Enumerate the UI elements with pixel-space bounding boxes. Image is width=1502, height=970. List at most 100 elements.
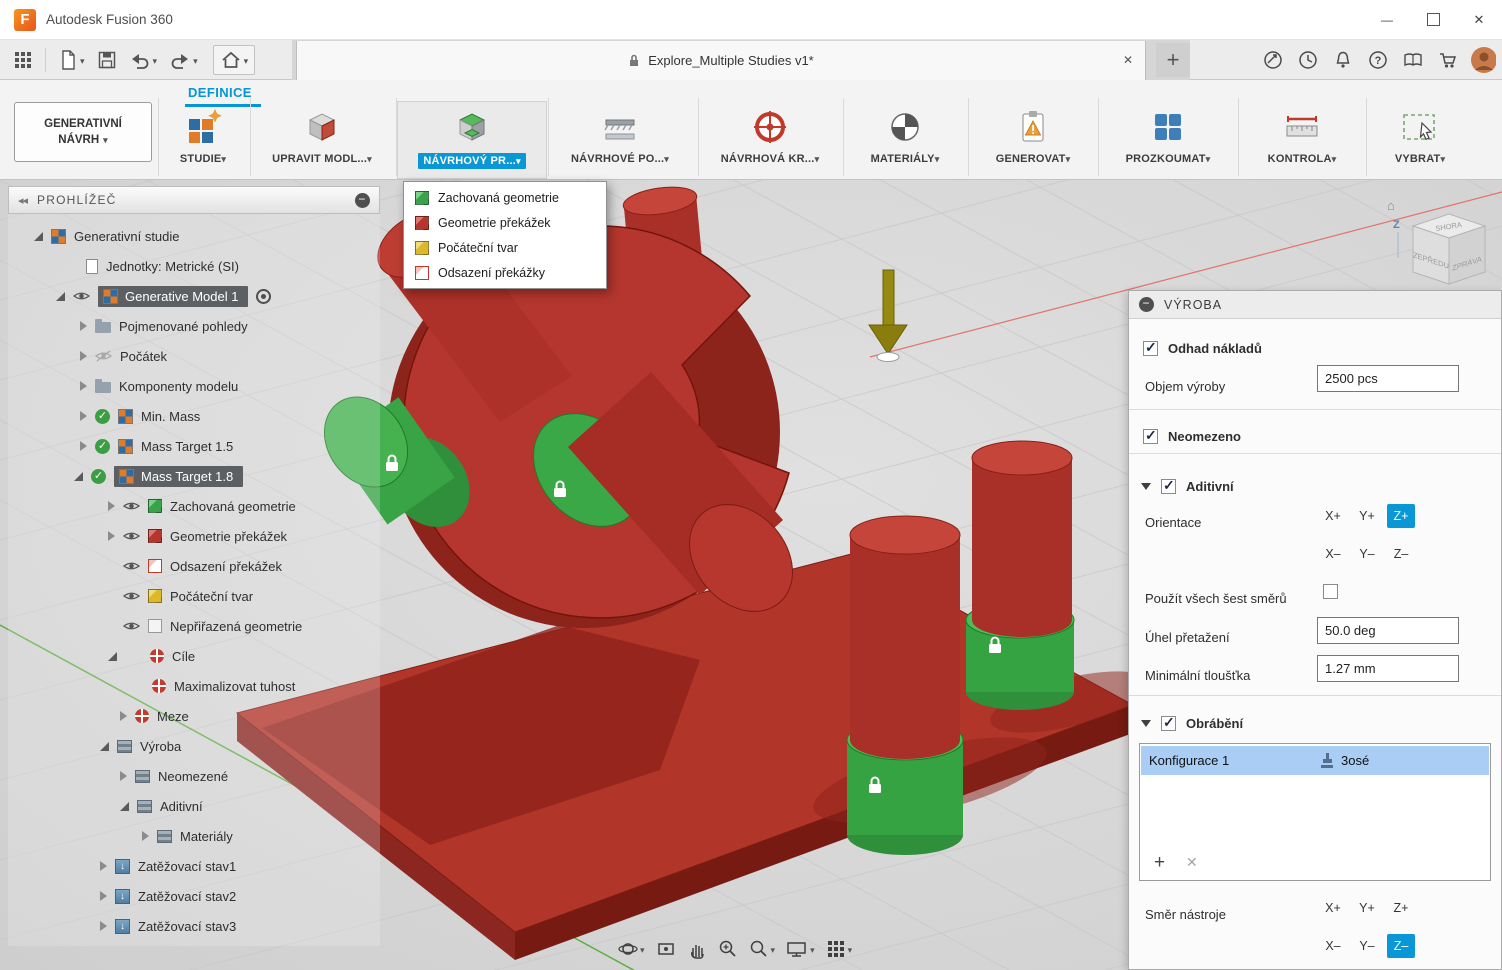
orientation-x-minus-button[interactable]: X– bbox=[1319, 542, 1347, 566]
tree-item-mass-target-15[interactable]: Mass Target 1.5 bbox=[8, 432, 380, 460]
app-grid-button[interactable] bbox=[8, 40, 38, 80]
menu-item-geometrie-prekazek[interactable]: Geometrie překážek bbox=[404, 210, 606, 235]
additive-checkbox[interactable] bbox=[1161, 477, 1176, 494]
tree-item-aditivni[interactable]: Aditivní bbox=[8, 792, 380, 820]
tree-item-zachovana-geometrie[interactable]: Zachovaná geometrie bbox=[8, 492, 380, 520]
machining-config-row[interactable]: Konfigurace 1 3osé bbox=[1141, 746, 1489, 775]
orientation-z-plus-button[interactable]: Z+ bbox=[1387, 504, 1415, 528]
load-arrow[interactable] bbox=[882, 269, 895, 328]
expanded-triangle-icon[interactable] bbox=[74, 471, 83, 481]
view-cube[interactable]: ⌂ Z SHORA ZEPŘEDU ZPRÁVA bbox=[1383, 196, 1495, 296]
visibility-off-eye-icon[interactable] bbox=[95, 350, 112, 362]
tree-item-jednotky[interactable]: Jednotky: Metrické (SI) bbox=[8, 252, 380, 280]
section-collapse-icon[interactable] bbox=[1141, 719, 1151, 727]
orientation-y-plus-button[interactable]: Y+ bbox=[1353, 504, 1381, 528]
collapsed-triangle-icon[interactable] bbox=[80, 441, 87, 451]
obstacle-cylinder[interactable] bbox=[850, 535, 960, 759]
extensions-button[interactable] bbox=[1260, 47, 1286, 73]
orientation-x-plus-button[interactable]: X+ bbox=[1319, 504, 1347, 528]
visibility-eye-icon[interactable] bbox=[123, 620, 140, 632]
display-settings-button[interactable] bbox=[786, 939, 815, 959]
tree-item-pocatek[interactable]: Počátek bbox=[8, 342, 380, 370]
help-button[interactable]: ? bbox=[1365, 47, 1391, 73]
machining-checkbox[interactable] bbox=[1161, 714, 1176, 731]
maximize-button[interactable] bbox=[1410, 0, 1456, 40]
ribbon-group-upravit-model[interactable]: UPRAVIT MODL... bbox=[252, 102, 392, 178]
visibility-eye-icon[interactable] bbox=[123, 590, 140, 602]
tool-y-minus-button[interactable]: Y– bbox=[1353, 934, 1381, 958]
ribbon-group-navrhova-kriteria[interactable]: NÁVRHOVÁ KR... bbox=[700, 102, 840, 178]
tree-item-meze[interactable]: Meze bbox=[8, 702, 380, 730]
undo-button[interactable] bbox=[124, 40, 163, 80]
menu-item-odsazeni-prekazky[interactable]: Odsazení překážky bbox=[404, 260, 606, 285]
tool-z-plus-button[interactable]: Z+ bbox=[1387, 896, 1415, 920]
collapsed-triangle-icon[interactable] bbox=[80, 321, 87, 331]
collapsed-triangle-icon[interactable] bbox=[142, 831, 149, 841]
tree-item-neomezene[interactable]: Neomezené bbox=[8, 762, 380, 790]
vyroba-panel-header[interactable]: VÝROBA bbox=[1129, 291, 1501, 319]
visibility-eye-icon[interactable] bbox=[123, 560, 140, 572]
notifications-button[interactable] bbox=[1330, 47, 1356, 73]
ribbon-group-materialy[interactable]: MATERIÁLY bbox=[845, 102, 965, 178]
collapsed-triangle-icon[interactable] bbox=[120, 711, 127, 721]
min-thickness-input[interactable] bbox=[1317, 655, 1459, 682]
expanded-triangle-icon[interactable] bbox=[100, 741, 109, 751]
overhang-angle-input[interactable] bbox=[1317, 617, 1459, 644]
home-view-button[interactable] bbox=[212, 45, 256, 75]
grid-settings-button[interactable] bbox=[826, 939, 853, 959]
user-avatar[interactable] bbox=[1470, 47, 1496, 73]
orientation-z-minus-button[interactable]: Z– bbox=[1387, 542, 1415, 566]
tree-item-neprirazena-geometrie[interactable]: Nepřiřazená geometrie bbox=[8, 612, 380, 640]
home-view-icon[interactable]: ⌂ bbox=[1387, 198, 1395, 213]
collapsed-triangle-icon[interactable] bbox=[100, 861, 107, 871]
tool-x-minus-button[interactable]: X– bbox=[1319, 934, 1347, 958]
expanded-triangle-icon[interactable] bbox=[56, 291, 65, 301]
tree-item-maximalizovat-tuhost[interactable]: Maximalizovat tuhost bbox=[8, 672, 380, 700]
look-at-button[interactable] bbox=[656, 939, 676, 959]
ribbon-group-navrhove-podminky[interactable]: NÁVRHOVÉ PO... bbox=[550, 102, 690, 178]
tree-item-geometrie-prekazek[interactable]: Geometrie překážek bbox=[8, 522, 380, 550]
section-collapse-icon[interactable] bbox=[1141, 482, 1151, 490]
zoom-window-button[interactable] bbox=[718, 939, 738, 959]
six-directions-checkbox[interactable] bbox=[1323, 584, 1338, 599]
minimize-button[interactable] bbox=[1364, 0, 1410, 40]
collapsed-triangle-icon[interactable] bbox=[108, 531, 115, 541]
active-model-radio-icon[interactable] bbox=[256, 288, 272, 304]
collapsed-triangle-icon[interactable] bbox=[100, 921, 107, 931]
collapsed-triangle-icon[interactable] bbox=[80, 381, 87, 391]
unlimited-checkbox[interactable] bbox=[1143, 427, 1158, 444]
collapsed-triangle-icon[interactable] bbox=[100, 891, 107, 901]
expanded-triangle-icon[interactable] bbox=[120, 801, 129, 811]
tree-item-zatezovaci-stav2[interactable]: Zatěžovací stav2 bbox=[8, 882, 380, 910]
tree-item-pocatecni-tvar[interactable]: Počáteční tvar bbox=[8, 582, 380, 610]
visibility-eye-icon[interactable] bbox=[123, 500, 140, 512]
ribbon-group-generovat[interactable]: GENEROVAT bbox=[970, 102, 1096, 178]
collapsed-triangle-icon[interactable] bbox=[80, 411, 87, 421]
workspace-selector[interactable]: GENERATIVNÍ NÁVRH bbox=[14, 102, 152, 162]
save-button[interactable] bbox=[92, 40, 122, 80]
tree-item-materialy[interactable]: Materiály bbox=[8, 822, 380, 850]
expanded-triangle-icon[interactable] bbox=[34, 231, 43, 241]
document-tab[interactable]: Explore_Multiple Studies v1* bbox=[296, 41, 1146, 80]
tree-item-zatezovaci-stav3[interactable]: Zatěžovací stav3 bbox=[8, 912, 380, 940]
ribbon-tab-definice[interactable]: DEFINICE bbox=[188, 85, 252, 100]
collapsed-triangle-icon[interactable] bbox=[120, 771, 127, 781]
menu-item-pocatecni-tvar[interactable]: Počáteční tvar bbox=[404, 235, 606, 260]
tool-z-minus-button[interactable]: Z– bbox=[1387, 934, 1415, 958]
file-menu-button[interactable] bbox=[53, 40, 90, 80]
ribbon-group-studie[interactable]: STUDIE bbox=[160, 102, 246, 178]
tool-x-plus-button[interactable]: X+ bbox=[1319, 896, 1347, 920]
tree-item-pojmenovane-pohledy[interactable]: Pojmenované pohledy bbox=[8, 312, 380, 340]
tree-item-generative-model-1[interactable]: Generative Model 1 bbox=[8, 282, 380, 310]
collapsed-triangle-icon[interactable] bbox=[108, 501, 115, 511]
ribbon-group-navrhovy-prostor[interactable]: NÁVRHOVÝ PR... bbox=[397, 101, 547, 179]
obstacle-cylinder[interactable] bbox=[972, 458, 1072, 637]
orientation-y-minus-button[interactable]: Y– bbox=[1353, 542, 1381, 566]
orbit-button[interactable] bbox=[618, 939, 645, 959]
ribbon-group-vybrat[interactable]: VYBRAT bbox=[1368, 102, 1472, 178]
selected-item-highlight[interactable]: Generative Model 1 bbox=[98, 285, 249, 307]
collapse-panel-icon[interactable] bbox=[18, 193, 27, 207]
pan-button[interactable] bbox=[687, 939, 707, 959]
browser-minimize-icon[interactable] bbox=[355, 192, 370, 208]
tab-close-icon[interactable] bbox=[1123, 53, 1133, 67]
